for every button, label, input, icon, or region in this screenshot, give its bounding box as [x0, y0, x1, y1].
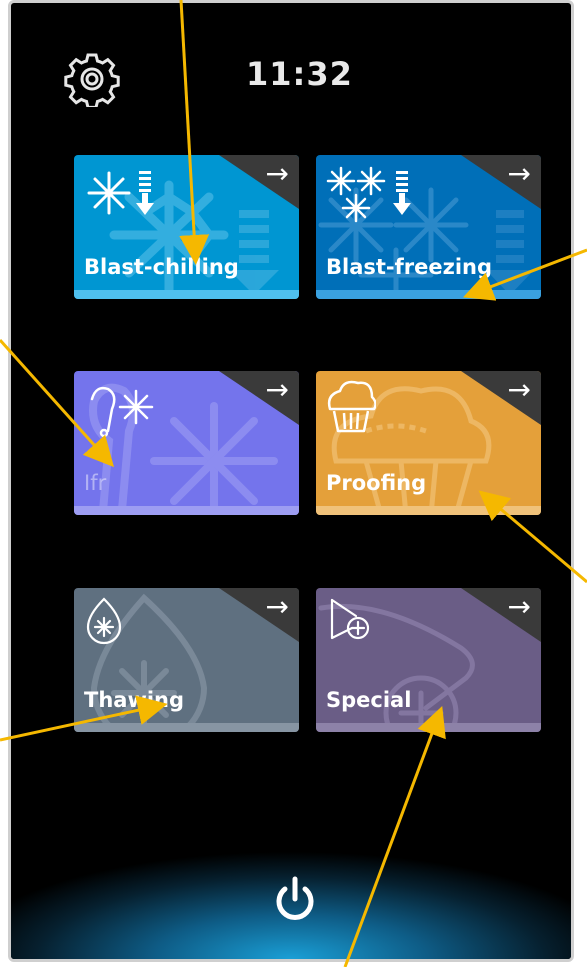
tile-band	[316, 506, 541, 515]
drop-snowflake-icon	[86, 597, 122, 645]
tile-label: Ifr	[84, 471, 107, 495]
tile-band	[74, 506, 299, 515]
tile-band	[316, 290, 541, 299]
drumstick-snowflake-icon	[90, 386, 154, 438]
tile-label: Thawing	[84, 688, 185, 712]
tile-band	[316, 723, 541, 732]
tile-blast-chilling[interactable]: → Blast-chilling	[74, 155, 299, 299]
gear-icon[interactable]	[64, 51, 120, 107]
snowflake-down-icon	[87, 171, 154, 215]
arrow-right-icon: →	[507, 590, 531, 623]
arrow-right-icon: →	[265, 373, 289, 406]
tile-label: Blast-freezing	[326, 255, 493, 279]
tile-proofing[interactable]: → Proofing	[316, 371, 541, 515]
tile-label: Proofing	[326, 471, 427, 495]
tile-label: Blast-chilling	[84, 255, 239, 279]
tile-special[interactable]: → Special	[316, 588, 541, 732]
arrow-right-icon: →	[265, 590, 289, 623]
clock-display: 11:32	[246, 55, 353, 93]
muffin-icon	[327, 380, 376, 433]
tile-label: Special	[326, 688, 412, 712]
arrow-right-icon: →	[265, 157, 289, 190]
tile-band	[74, 723, 299, 732]
tile-band	[74, 290, 299, 299]
multi-snowflake-down-icon	[326, 166, 411, 223]
tile-ifr[interactable]: → Ifr	[74, 371, 299, 515]
touch-screen: 11:32 → Blast-chilling → Blast-freezing …	[11, 3, 571, 959]
tile-blast-freezing[interactable]: → Blast-freezing	[316, 155, 541, 299]
device-frame: 11:32 → Blast-chilling → Blast-freezing …	[8, 0, 574, 962]
power-icon[interactable]	[273, 875, 317, 925]
play-plus-icon	[330, 598, 370, 640]
arrow-right-icon: →	[507, 157, 531, 190]
tile-thawing[interactable]: → Thawing	[74, 588, 299, 732]
arrow-right-icon: →	[507, 373, 531, 406]
